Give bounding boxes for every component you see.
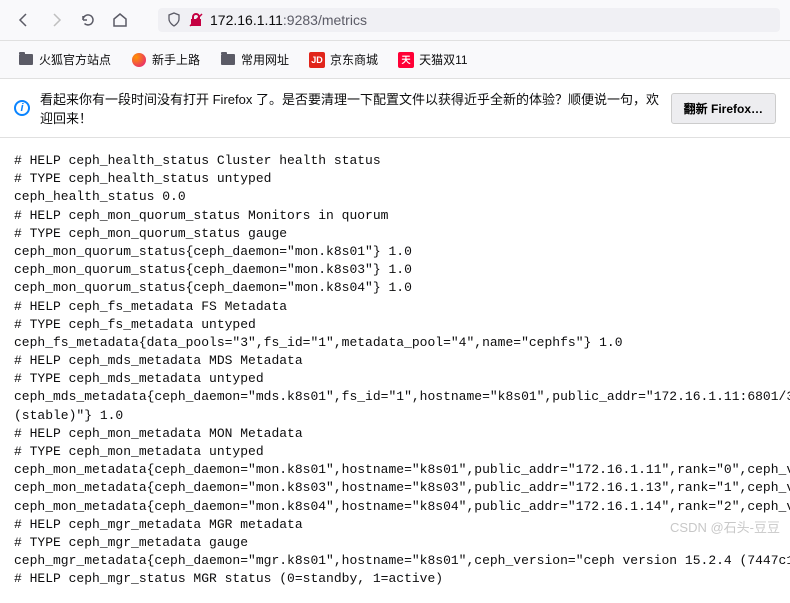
shield-icon (166, 12, 182, 28)
bookmark-common-sites[interactable]: 常用网址 (212, 47, 297, 72)
url-text: 172.16.1.11:9283/metrics (210, 12, 367, 28)
reload-icon (80, 12, 96, 28)
reload-button[interactable] (74, 6, 102, 34)
bookmark-firefox-official[interactable]: 火狐官方站点 (10, 47, 119, 72)
bookmark-label: 天猫双11 (419, 51, 467, 68)
bookmark-label: 火狐官方站点 (39, 51, 111, 68)
bookmarks-bar: 火狐官方站点 新手上路 常用网址 JD 京东商城 天 天猫双11 (0, 41, 790, 79)
bookmark-label: 常用网址 (241, 51, 289, 68)
folder-icon (18, 52, 34, 68)
bookmark-getting-started[interactable]: 新手上路 (123, 47, 208, 72)
bookmark-label: 新手上路 (152, 51, 200, 68)
jd-icon: JD (309, 52, 325, 68)
watermark: CSDN @石头-豆豆 (670, 517, 780, 536)
refresh-notice-bar: i 看起来你有一段时间没有打开 Firefox 了。是否要清理一下配置文件以获得… (0, 79, 790, 138)
arrow-left-icon (16, 12, 32, 28)
bookmark-jd[interactable]: JD 京东商城 (301, 47, 386, 72)
browser-toolbar: 172.16.1.11:9283/metrics (0, 0, 790, 41)
back-button[interactable] (10, 6, 38, 34)
info-icon: i (14, 100, 30, 116)
lock-insecure-icon (188, 12, 204, 28)
home-icon (112, 12, 128, 28)
folder-icon (220, 52, 236, 68)
tmall-icon: 天 (398, 52, 414, 68)
address-bar[interactable]: 172.16.1.11:9283/metrics (158, 8, 780, 32)
forward-button[interactable] (42, 6, 70, 34)
notice-text: 看起来你有一段时间没有打开 Firefox 了。是否要清理一下配置文件以获得近乎… (40, 89, 661, 127)
bookmark-tmall[interactable]: 天 天猫双11 (390, 47, 475, 72)
arrow-right-icon (48, 12, 64, 28)
refresh-firefox-button[interactable]: 翻新 Firefox… (671, 93, 776, 124)
bookmark-label: 京东商城 (330, 51, 378, 68)
firefox-icon (131, 52, 147, 68)
home-button[interactable] (106, 6, 134, 34)
